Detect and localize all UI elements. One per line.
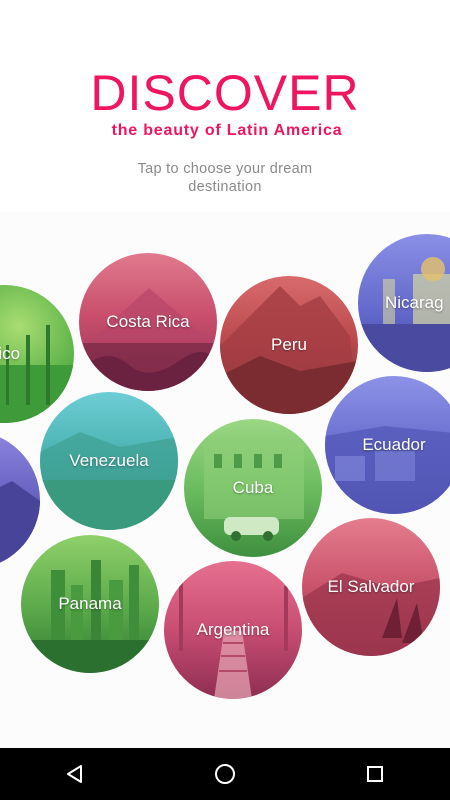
destination-label: Ecuador xyxy=(362,435,426,454)
home-circle-icon xyxy=(215,764,235,784)
destination-costa-rica[interactable]: Costa Rica xyxy=(79,253,217,391)
destination-label: xico xyxy=(0,344,21,363)
home-button[interactable] xyxy=(195,748,255,800)
destination-label: El Salvador xyxy=(327,577,415,596)
destination-label: Peru xyxy=(271,335,307,354)
tagline: Tap to choose your dream destination xyxy=(137,161,313,195)
destination-label: Venezuela xyxy=(69,451,149,470)
header: DISCOVER the beauty of Latin America Tap… xyxy=(0,0,450,212)
destination-argentina[interactable]: Argentina xyxy=(164,561,302,699)
destination-label: Cuba xyxy=(232,478,274,497)
recents-button[interactable] xyxy=(345,748,405,800)
destination-ecuador[interactable]: Ecuador xyxy=(325,376,450,514)
destination-venezuela[interactable]: Venezuela xyxy=(40,392,178,530)
page-title: DISCOVER xyxy=(90,65,360,121)
destination-label: Argentina xyxy=(196,620,270,639)
destination-label: Nicarag xyxy=(385,293,444,312)
destination-panama[interactable]: Panama xyxy=(21,535,159,673)
recents-square-icon xyxy=(367,766,383,782)
system-navigation-bar xyxy=(0,748,450,800)
destination-label: Panama xyxy=(58,594,122,613)
back-triangle-icon xyxy=(67,765,82,783)
destination-el-salvador[interactable]: El Salvador xyxy=(302,518,440,656)
destination-grid: xico Costa Rica Peru Nicarag xyxy=(0,212,450,748)
destination-nicaragua[interactable]: Nicarag xyxy=(358,234,450,372)
back-button[interactable] xyxy=(45,748,105,800)
page-subtitle: the beauty of Latin America xyxy=(111,122,343,139)
destination-label: Costa Rica xyxy=(106,312,190,331)
